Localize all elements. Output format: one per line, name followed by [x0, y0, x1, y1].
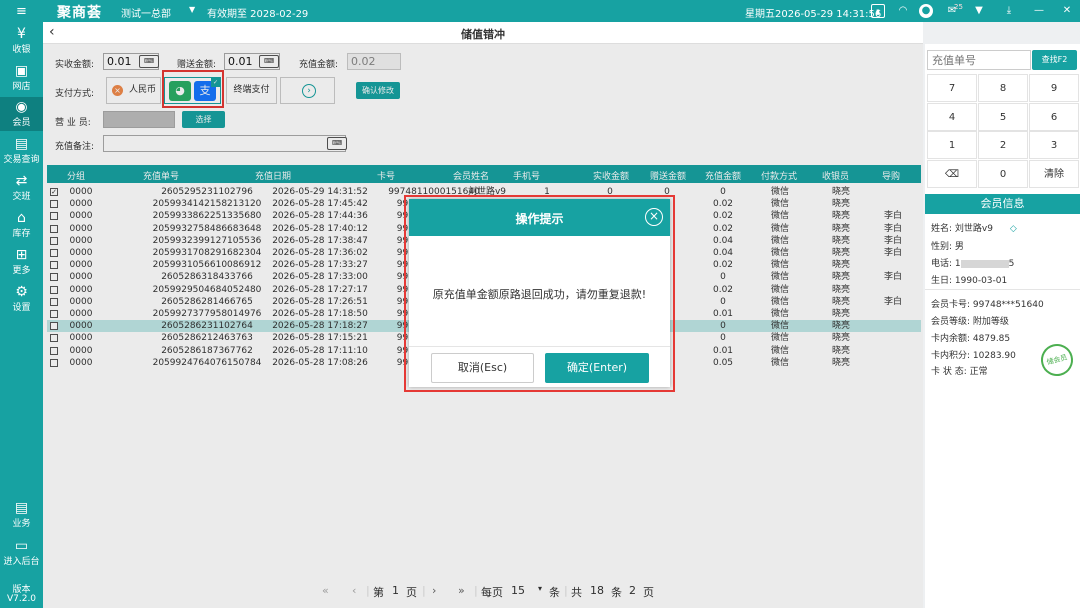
- sidebar-item-label: 设置: [12, 303, 31, 313]
- member-name-row: 姓名: 刘世路v9 ◇: [931, 221, 1017, 234]
- member-status-row: 卡 状 态: 正常: [931, 364, 988, 377]
- member-points-row: 卡内积分: 10283.90: [931, 348, 1016, 361]
- member-name-label: 姓名:: [931, 224, 953, 234]
- sidebar-item-label: 交班: [12, 192, 31, 202]
- sidebar-item-label: 业务: [12, 519, 31, 529]
- sidebar-item-label: 收银: [12, 45, 31, 55]
- sidebar-item-label: 会员: [12, 118, 31, 128]
- monitor-icon: ▭: [14, 538, 29, 554]
- key-4[interactable]: 4: [927, 102, 977, 131]
- member-balance-row: 卡内余额: 4879.85: [931, 331, 1010, 344]
- user-icon: ◉: [15, 99, 28, 115]
- store-selector[interactable]: 测试一总部: [121, 5, 171, 20]
- sidebar-item-label: 更多: [12, 266, 31, 276]
- member-points-label: 卡内积分:: [931, 351, 971, 361]
- shirt-icon[interactable]: ▼: [972, 4, 986, 18]
- key-3[interactable]: 3: [1029, 131, 1079, 159]
- sidebar-item-label: 交易查询: [3, 155, 40, 165]
- datetime: 星期五2026-05-29 14:31:56: [745, 9, 882, 20]
- member-balance-label: 卡内余额:: [931, 334, 971, 344]
- chat-icon[interactable]: ●: [919, 4, 933, 18]
- key-7[interactable]: 7: [927, 74, 977, 102]
- member-phone-row: 电话: 15: [931, 256, 1014, 269]
- sidebar-item-webstore[interactable]: ▣ 网店: [0, 61, 43, 95]
- sidebar-item-business[interactable]: ▤ 业务: [0, 500, 43, 534]
- member-phone-end: 5: [1008, 259, 1015, 269]
- store-icon: ▣: [14, 63, 29, 79]
- grid-icon: ⊞: [15, 247, 28, 263]
- member-level: 附加等级: [972, 317, 1009, 327]
- gear-icon: ⚙: [15, 284, 28, 300]
- document-icon: ▤: [14, 500, 29, 516]
- member-phone-label: 电话:: [931, 259, 953, 269]
- member-level-label: 会员等级:: [931, 317, 971, 327]
- swap-icon: ⇄: [15, 173, 28, 189]
- download-icon[interactable]: ⤓: [1002, 4, 1016, 18]
- chevron-down-icon[interactable]: ▼: [189, 5, 195, 14]
- expiry-date: 有效期至 2028-02-29: [207, 9, 309, 20]
- clear-key[interactable]: 清除: [1029, 159, 1079, 188]
- version-number: V7.2.0: [6, 594, 37, 604]
- wifi-icon[interactable]: ◠: [896, 4, 910, 18]
- sidebar-item-member[interactable]: ◉ 会员: [0, 97, 43, 131]
- right-panel: 查找F2 789456123⌫0清除 会员信息 姓名: 刘世路v9 ◇ 性别: …: [925, 44, 1080, 608]
- member-points: 10283.90: [972, 351, 1016, 361]
- close-window-icon[interactable]: ✕: [1060, 4, 1074, 18]
- sidebar-item-label: 库存: [12, 229, 31, 239]
- member-card-label: 会员卡号:: [931, 300, 971, 310]
- key-2[interactable]: 2: [978, 131, 1028, 159]
- sidebar-item-label: 网店: [12, 82, 31, 92]
- sidebar-item-settings[interactable]: ⚙ 设置: [0, 282, 43, 316]
- member-card: 99748***51640: [972, 300, 1044, 310]
- member-birthday-label: 生日:: [931, 276, 953, 286]
- sidebar-item-backend[interactable]: ▭ 进入后台: [0, 538, 43, 572]
- key-6[interactable]: 6: [1029, 102, 1079, 131]
- key-5[interactable]: 5: [978, 102, 1028, 131]
- key-1[interactable]: 1: [927, 131, 977, 159]
- member-balance: 4879.85: [972, 334, 1011, 344]
- sidebar-item-inventory[interactable]: ⌂ 库存: [0, 208, 43, 242]
- member-level-row: 会员等级: 附加等级: [931, 314, 1009, 327]
- divider: [925, 289, 1080, 290]
- notification-badge: 25: [954, 3, 963, 11]
- member-name: 刘世路v9: [954, 224, 993, 234]
- member-card-row: 会员卡号: 99748***51640: [931, 297, 1044, 310]
- order-search-input[interactable]: [927, 50, 1031, 70]
- member-gender: 男: [954, 242, 964, 252]
- diamond-icon: ◇: [1009, 224, 1017, 234]
- member-info-title: 会员信息: [925, 194, 1080, 214]
- device-icon[interactable]: ▮: [871, 4, 885, 18]
- key-8[interactable]: 8: [978, 74, 1028, 102]
- minimize-icon[interactable]: —: [1032, 4, 1046, 18]
- menu-icon[interactable]: ≡: [0, 4, 43, 19]
- phone-mask: [960, 259, 1009, 268]
- sidebar-item-label: 进入后台: [3, 557, 40, 567]
- backspace-icon[interactable]: ⌫: [927, 159, 977, 188]
- sidebar-item-more[interactable]: ⊞ 更多: [0, 245, 43, 279]
- member-birthday-row: 生日: 1990-03-01: [931, 273, 1007, 286]
- page-header: ‹ 储值错冲: [43, 22, 923, 44]
- search-button[interactable]: 查找F2: [1032, 50, 1077, 70]
- member-birthday: 1990-03-01: [954, 276, 1008, 286]
- cashier-icon: ¥: [17, 26, 26, 42]
- key-0[interactable]: 0: [978, 159, 1028, 188]
- search-list-icon: ▤: [14, 136, 29, 152]
- member-stamp: 储会员: [1037, 340, 1077, 380]
- member-status: 正常: [969, 367, 988, 377]
- sidebar-item-shift[interactable]: ⇄ 交班: [0, 171, 43, 205]
- highlight-box: [404, 195, 675, 392]
- top-bar: 聚商荟 测试一总部 ▼ 有效期至 2028-02-29 星期五2026-05-2…: [43, 0, 1080, 22]
- member-gender-label: 性别:: [931, 242, 953, 252]
- page-title: 储值错冲: [461, 28, 505, 41]
- member-gender-row: 性别: 男: [931, 239, 964, 252]
- sidebar-item-transactions[interactable]: ▤ 交易查询: [0, 134, 43, 168]
- sidebar: ≡ ¥ 收银 ▣ 网店 ◉ 会员 ▤ 交易查询 ⇄ 交班 ⌂ 库存 ⊞ 更多 ⚙…: [0, 0, 43, 608]
- home-icon: ⌂: [17, 210, 26, 226]
- key-9[interactable]: 9: [1029, 74, 1079, 102]
- app-logo: 聚商荟: [57, 5, 102, 21]
- member-status-label: 卡 状 态:: [931, 367, 967, 377]
- sidebar-item-cashier[interactable]: ¥ 收银: [0, 24, 43, 58]
